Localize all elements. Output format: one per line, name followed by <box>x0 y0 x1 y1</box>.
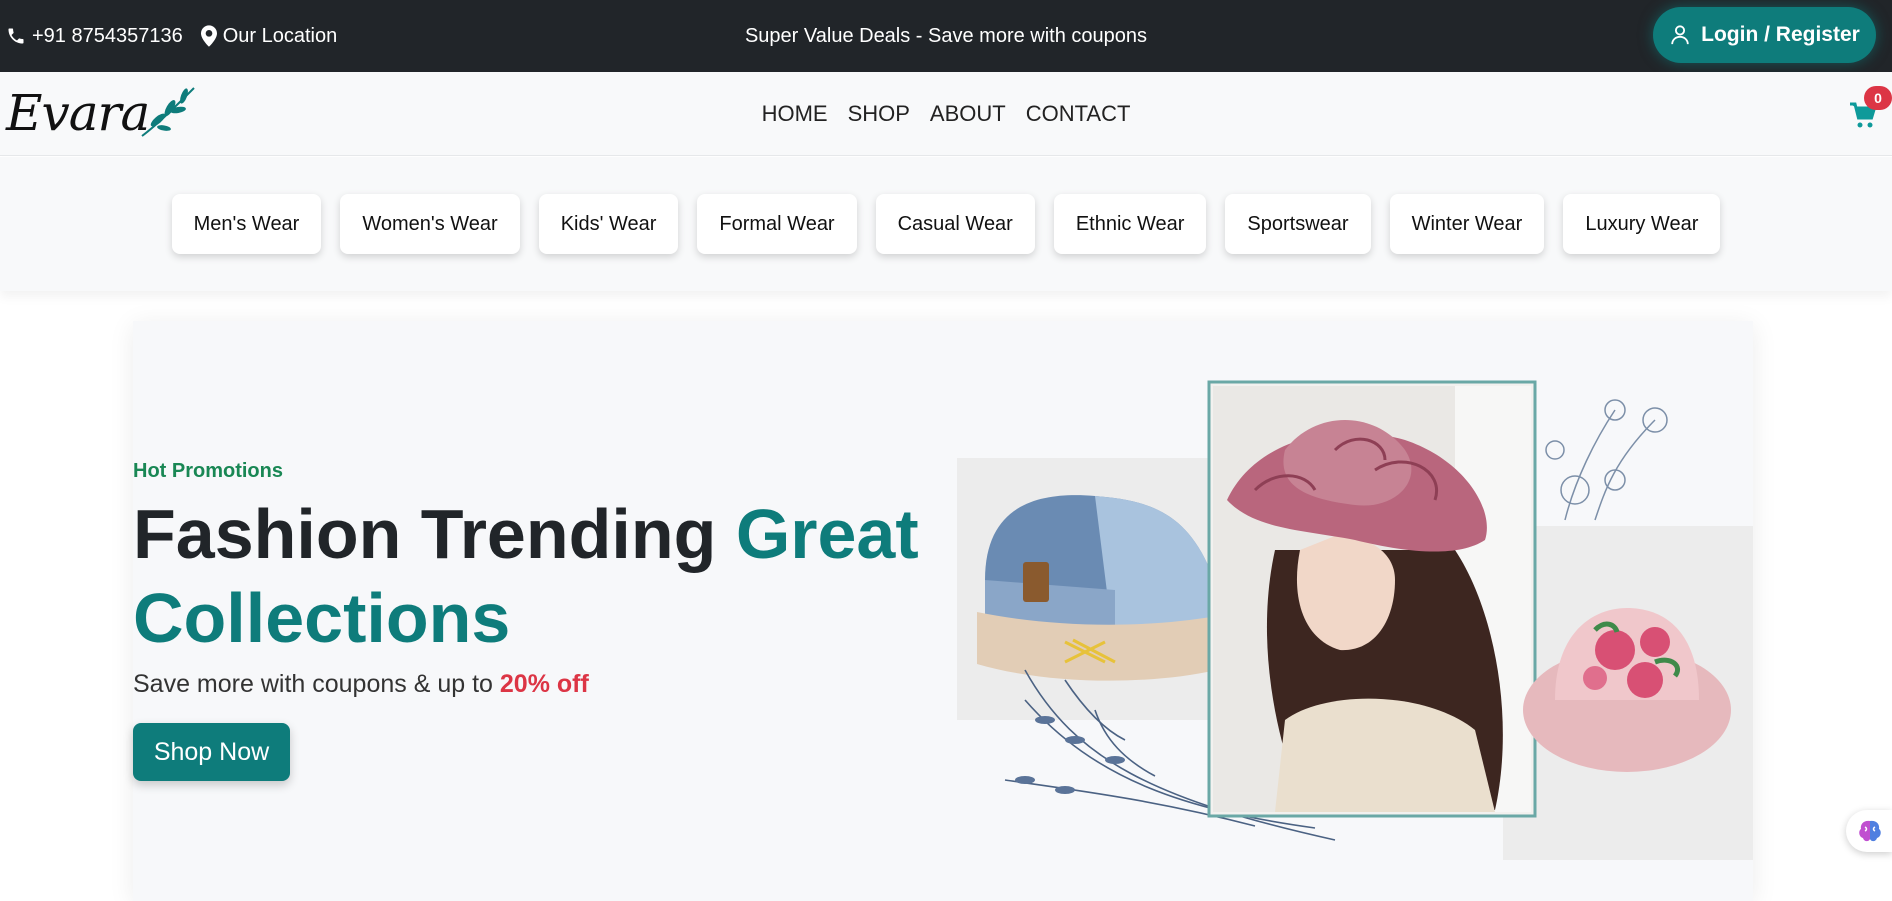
nav-home[interactable]: HOME <box>762 101 828 127</box>
woman-in-hat-photo <box>1207 380 1537 818</box>
user-icon <box>1671 25 1689 45</box>
phone-number: +91 8754357136 <box>32 24 183 47</box>
category-ethnic-wear[interactable]: Ethnic Wear <box>1053 194 1207 254</box>
phone-icon <box>8 28 24 44</box>
hero-eyebrow: Hot Promotions <box>133 460 283 482</box>
headline-dark-text: Fashion Trending <box>133 495 717 573</box>
category-formal-wear[interactable]: Formal Wear <box>697 194 857 254</box>
map-pin-icon <box>200 25 217 47</box>
category-kids-wear[interactable]: Kids' Wear <box>538 194 679 254</box>
contact-info: +91 8754357136 Our Location <box>6 0 337 72</box>
category-casual-wear[interactable]: Casual Wear <box>875 194 1035 254</box>
location-link[interactable]: Our Location <box>200 24 338 48</box>
category-bar: Men's Wear Women's Wear Kids' Wear Forma… <box>0 157 1892 291</box>
discount-text: 20% off <box>499 670 589 698</box>
top-bar: +91 8754357136 Our Location Super Value … <box>0 0 1892 72</box>
phone-link[interactable]: +91 8754357136 <box>6 25 183 48</box>
login-register-label: Login / Register <box>1701 23 1860 46</box>
nav-shop[interactable]: SHOP <box>848 101 910 127</box>
hero-collage-image <box>957 380 1753 860</box>
category-sportswear[interactable]: Sportswear <box>1225 194 1371 254</box>
cart-count-badge: 0 <box>1864 86 1892 110</box>
category-womens-wear[interactable]: Women's Wear <box>340 194 520 254</box>
assistant-button[interactable] <box>1846 810 1892 852</box>
nav-contact[interactable]: CONTACT <box>1026 101 1131 127</box>
announcement-text: Super Value Deals - Save more with coupo… <box>744 24 1148 47</box>
hero-headline: Fashion Trending Great Collections <box>133 492 933 660</box>
category-luxury-wear[interactable]: Luxury Wear <box>1563 194 1721 254</box>
category-mens-wear[interactable]: Men's Wear <box>171 194 322 254</box>
main-navbar: Evara HOME SHOP ABOUT CONTACT <box>0 72 1892 156</box>
hero-subline: Save more with coupons & up to 20% off <box>133 670 589 699</box>
shop-now-button[interactable]: Shop Now <box>133 723 290 781</box>
category-winter-wear[interactable]: Winter Wear <box>1389 194 1545 254</box>
main-menu: HOME SHOP ABOUT CONTACT <box>0 72 1892 156</box>
login-register-button[interactable]: Login / Register <box>1653 7 1876 63</box>
location-label: Our Location <box>222 24 338 47</box>
brain-icon <box>1859 820 1881 842</box>
flower-sketch-image <box>1545 399 1668 521</box>
subline-text: Save more with coupons & up to <box>133 670 493 698</box>
nav-about[interactable]: ABOUT <box>930 101 1006 127</box>
